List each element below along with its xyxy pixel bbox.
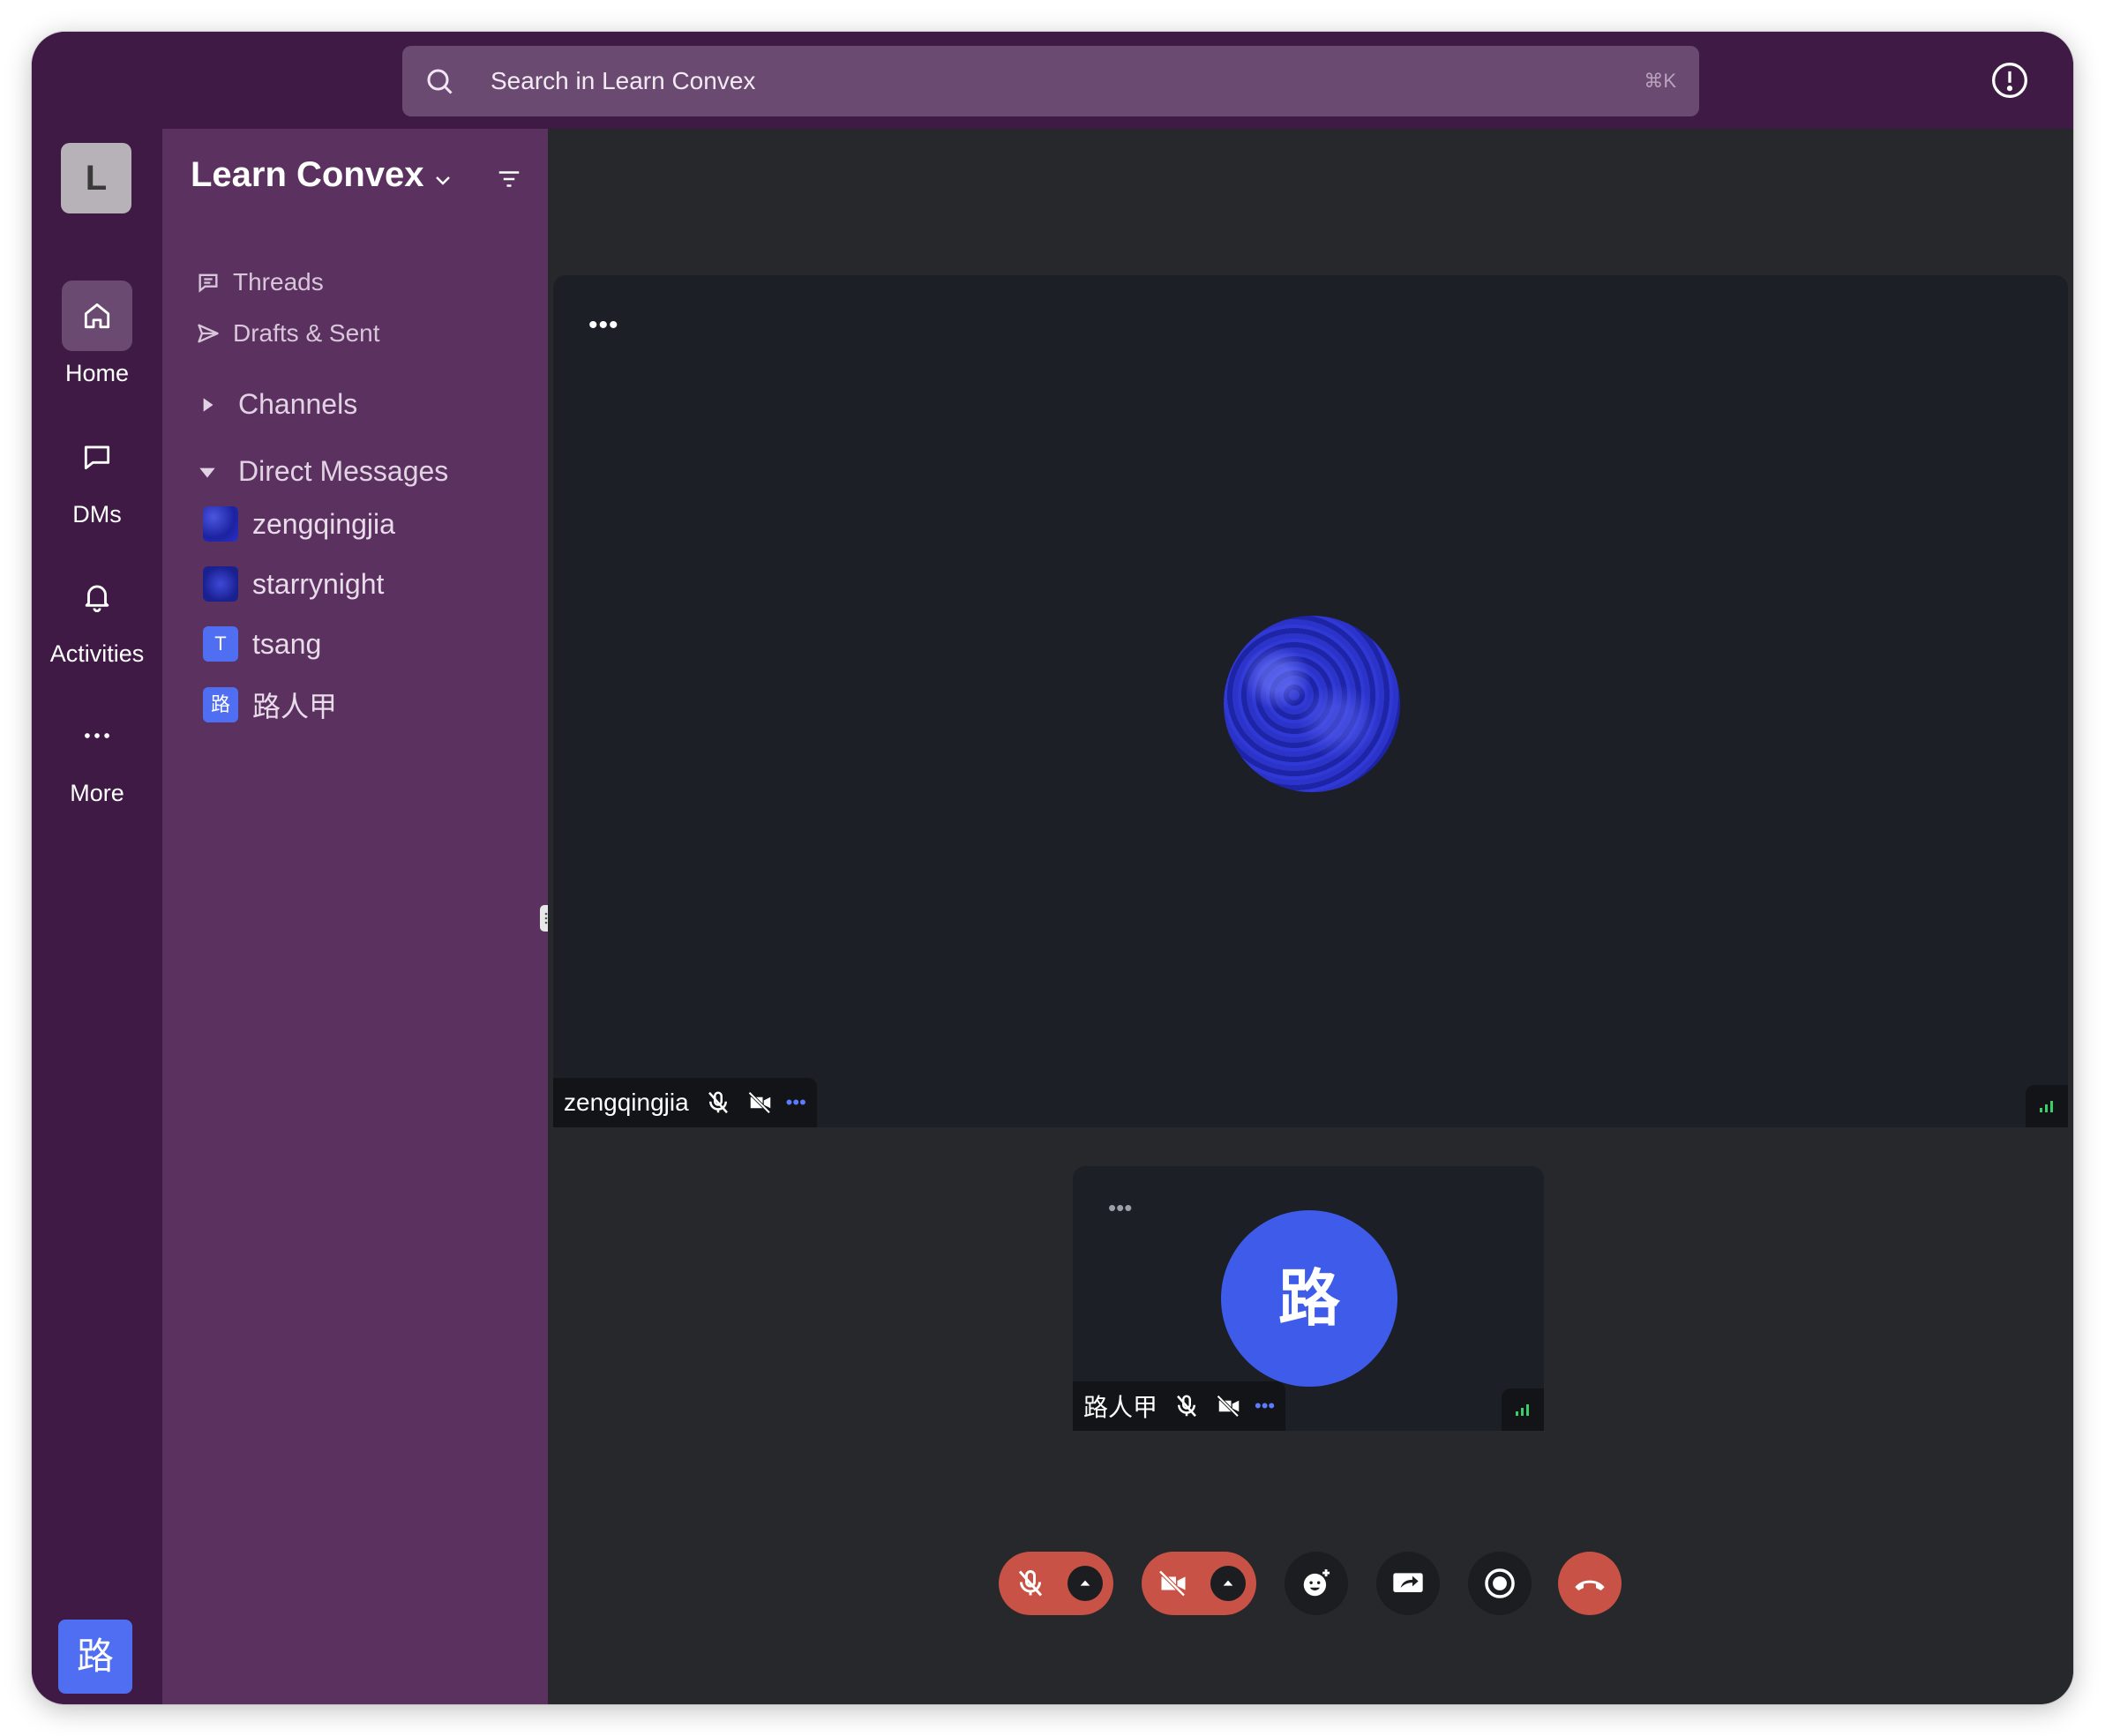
mic-options-button[interactable]: [1067, 1566, 1103, 1601]
dm-item-tsang[interactable]: T tsang: [203, 626, 321, 662]
section-dm-label: Direct Messages: [238, 455, 449, 487]
share-screen-icon: [1393, 1573, 1423, 1592]
rail-item-activities[interactable]: Activities: [32, 561, 162, 668]
caret-down-icon: [199, 468, 215, 477]
more-icon: [85, 733, 109, 738]
participant-name: zengqingjia: [564, 1089, 689, 1116]
self-name: 路人甲: [1083, 1394, 1158, 1421]
call-area: ••• zengqingjia ••• ••• 路 路人甲 •••: [548, 129, 2073, 1704]
participant-name-bar: zengqingjia •••: [553, 1078, 817, 1127]
avatar: [203, 566, 238, 602]
caret-up-icon: [1080, 1580, 1090, 1586]
emoji-add-icon: [1303, 1569, 1330, 1597]
chevron-down-icon[interactable]: [432, 169, 453, 191]
search-icon: [427, 69, 453, 94]
dm-item-passerby[interactable]: 路 路人甲: [203, 685, 337, 725]
participant-tile-self[interactable]: ••• 路 路人甲 •••: [1073, 1166, 1544, 1431]
search-shortcut: ⌘K: [1644, 70, 1676, 92]
self-more-button[interactable]: •••: [1255, 1395, 1275, 1418]
participant-more-button[interactable]: •••: [786, 1091, 806, 1114]
nav-drafts-label: Drafts & Sent: [233, 319, 380, 347]
dm-name: starrynight: [252, 567, 385, 600]
camera-toggle-button[interactable]: [1142, 1552, 1256, 1615]
mic-off-icon: [1177, 1395, 1196, 1418]
record-button[interactable]: [1468, 1552, 1532, 1615]
rail-label-home: Home: [64, 360, 130, 386]
send-icon: [198, 324, 219, 343]
signal-strength-icon: [1502, 1388, 1544, 1431]
share-screen-button[interactable]: [1376, 1552, 1440, 1615]
section-channels-label: Channels: [238, 388, 358, 420]
camera-off-icon: [747, 1091, 770, 1114]
user-avatar[interactable]: 路: [58, 1620, 132, 1694]
participant-avatar: [1224, 616, 1400, 792]
top-bar: Search in Learn Convex ⌘K: [32, 32, 2073, 129]
dm-name: 路人甲: [252, 691, 338, 722]
dm-name: tsang: [252, 627, 322, 660]
help-alert-icon[interactable]: [1990, 61, 2029, 100]
reactions-button[interactable]: [1285, 1552, 1348, 1615]
signal-strength-icon: [2026, 1085, 2068, 1127]
dm-name: zengqingjia: [252, 507, 395, 540]
rail-label-more: More: [70, 780, 124, 806]
rail-label-activities: Activities: [49, 640, 145, 667]
workspace-avatar[interactable]: L: [61, 143, 131, 213]
avatar: T: [203, 626, 238, 662]
team-name[interactable]: Learn Convex: [191, 155, 424, 195]
dm-item-zengqingjia[interactable]: zengqingjia: [203, 506, 395, 542]
threads-icon: [199, 273, 218, 293]
mic-toggle-button[interactable]: [999, 1552, 1113, 1615]
avatar: [203, 506, 238, 542]
tile-menu-button[interactable]: •••: [588, 311, 619, 340]
camera-off-icon: [1158, 1569, 1186, 1598]
home-icon: [84, 303, 110, 329]
self-name-bar: 路人甲 •••: [1073, 1381, 1286, 1431]
avatar: 路: [203, 687, 238, 722]
chat-icon: [84, 445, 110, 470]
search-placeholder: Search in Learn Convex: [491, 67, 756, 94]
camera-options-button[interactable]: [1210, 1566, 1246, 1601]
mic-off-icon: [1018, 1570, 1043, 1597]
sidebar: Learn Convex Threads Drafts & Sent Chann…: [162, 129, 548, 1704]
leave-call-button[interactable]: [1558, 1552, 1622, 1615]
nav-threads-label: Threads: [233, 268, 324, 296]
mic-off-icon: [708, 1091, 728, 1114]
rail-item-more[interactable]: More: [32, 700, 162, 807]
section-direct-messages[interactable]: Direct Messages: [196, 455, 448, 488]
left-rail: L Home DMs Activities More 路: [32, 129, 162, 1704]
nav-drafts-sent[interactable]: Drafts & Sent: [196, 319, 380, 348]
self-avatar: 路: [1221, 1210, 1397, 1387]
app-window: Search in Learn Convex ⌘K L Home DMs Act…: [32, 32, 2073, 1704]
filter-icon[interactable]: [496, 166, 522, 192]
section-channels[interactable]: Channels: [196, 388, 357, 421]
tile-menu-button[interactable]: •••: [1108, 1194, 1132, 1222]
caret-up-icon: [1223, 1580, 1233, 1586]
bell-icon: [85, 585, 109, 612]
dm-item-starrynight[interactable]: starrynight: [203, 566, 384, 602]
participant-tile-main[interactable]: ••• zengqingjia •••: [553, 275, 2068, 1127]
rail-label-dms: DMs: [72, 501, 122, 528]
nav-threads[interactable]: Threads: [196, 268, 324, 296]
rail-item-home[interactable]: Home: [32, 281, 162, 387]
rail-item-dms[interactable]: DMs: [32, 422, 162, 528]
record-icon: [1485, 1568, 1515, 1598]
hang-up-icon: [1575, 1580, 1605, 1590]
search-bar[interactable]: Search in Learn Convex ⌘K: [402, 46, 1699, 116]
caret-right-icon: [203, 397, 213, 412]
camera-off-icon: [1217, 1395, 1240, 1418]
